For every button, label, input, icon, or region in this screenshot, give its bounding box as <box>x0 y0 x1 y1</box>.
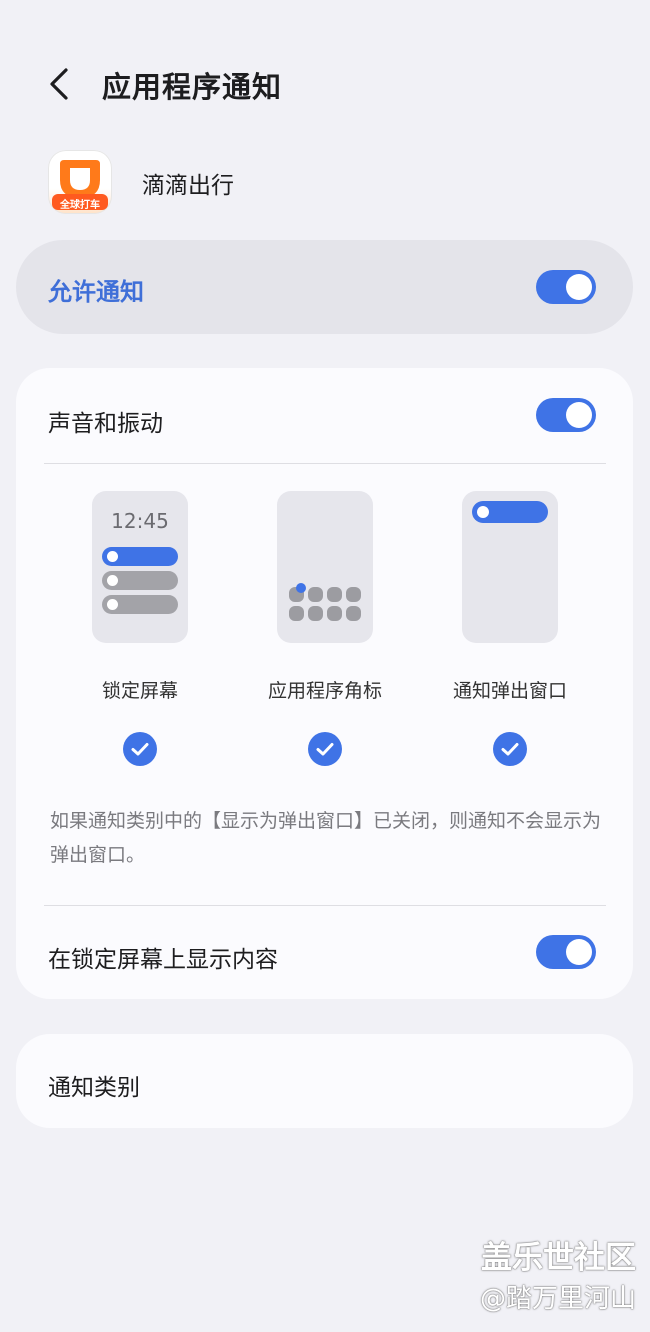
back-button[interactable] <box>38 62 82 106</box>
app-icon: 全球打车 <box>48 150 112 214</box>
app-badge-preview[interactable] <box>277 491 373 643</box>
app-name: 滴滴出行 <box>142 173 234 199</box>
notification-pill <box>102 571 178 590</box>
lockscreen-content-toggle[interactable] <box>536 935 596 969</box>
check-icon <box>316 743 334 756</box>
allow-notifications-row[interactable]: 允许通知 <box>16 240 633 334</box>
check-icon <box>501 743 519 756</box>
watermark-author: @踏万里河山 <box>479 1284 636 1314</box>
popup-checkbox[interactable] <box>493 732 527 766</box>
notification-categories-row[interactable]: 通知类别 <box>16 1034 633 1128</box>
popup-preview[interactable] <box>462 491 558 643</box>
app-icon-badge: 全球打车 <box>60 200 100 211</box>
app-badge-checkbox[interactable] <box>308 732 342 766</box>
toggle-knob <box>566 274 592 300</box>
badge-dot <box>296 583 306 593</box>
preview-clock: 12:45 <box>111 509 169 533</box>
allow-notifications-label: 允许通知 <box>48 278 144 306</box>
app-row: 全球打车 滴滴出行 <box>48 150 608 214</box>
chevron-left-icon <box>50 68 68 100</box>
toggle-knob <box>566 939 592 965</box>
lockscreen-content-label: 在锁定屏幕上显示内容 <box>48 947 278 973</box>
option-label-app-badge: 应用程序角标 <box>267 680 382 702</box>
sound-vibration-toggle[interactable] <box>536 398 596 432</box>
check-icon <box>131 743 149 756</box>
toggle-knob <box>566 402 592 428</box>
notification-pill <box>102 547 178 566</box>
sound-vibration-label: 声音和振动 <box>48 411 163 437</box>
page-title: 应用程序通知 <box>102 70 283 104</box>
divider <box>44 463 606 464</box>
popup-pill <box>472 501 548 523</box>
option-label-lock-screen: 锁定屏幕 <box>101 680 178 702</box>
divider <box>44 905 606 906</box>
allow-notifications-toggle[interactable] <box>536 270 596 304</box>
notification-categories-label: 通知类别 <box>48 1075 140 1101</box>
option-label-popup: 通知弹出窗口 <box>452 680 567 702</box>
watermark-title: 盖乐世社区 <box>481 1240 636 1276</box>
lock-screen-checkbox[interactable] <box>123 732 157 766</box>
notification-pill <box>102 595 178 614</box>
notification-settings-card: 声音和振动 12:45 锁定屏幕 应用程序角标 通知弹出窗口 如果通知类别中的【… <box>16 368 633 999</box>
popup-description: 如果通知类别中的【显示为弹出窗口】已关闭，则通知不会显示为弹出窗口。 <box>50 810 602 866</box>
lock-screen-preview[interactable]: 12:45 <box>92 491 188 643</box>
header: 应用程序通知 <box>0 40 650 124</box>
